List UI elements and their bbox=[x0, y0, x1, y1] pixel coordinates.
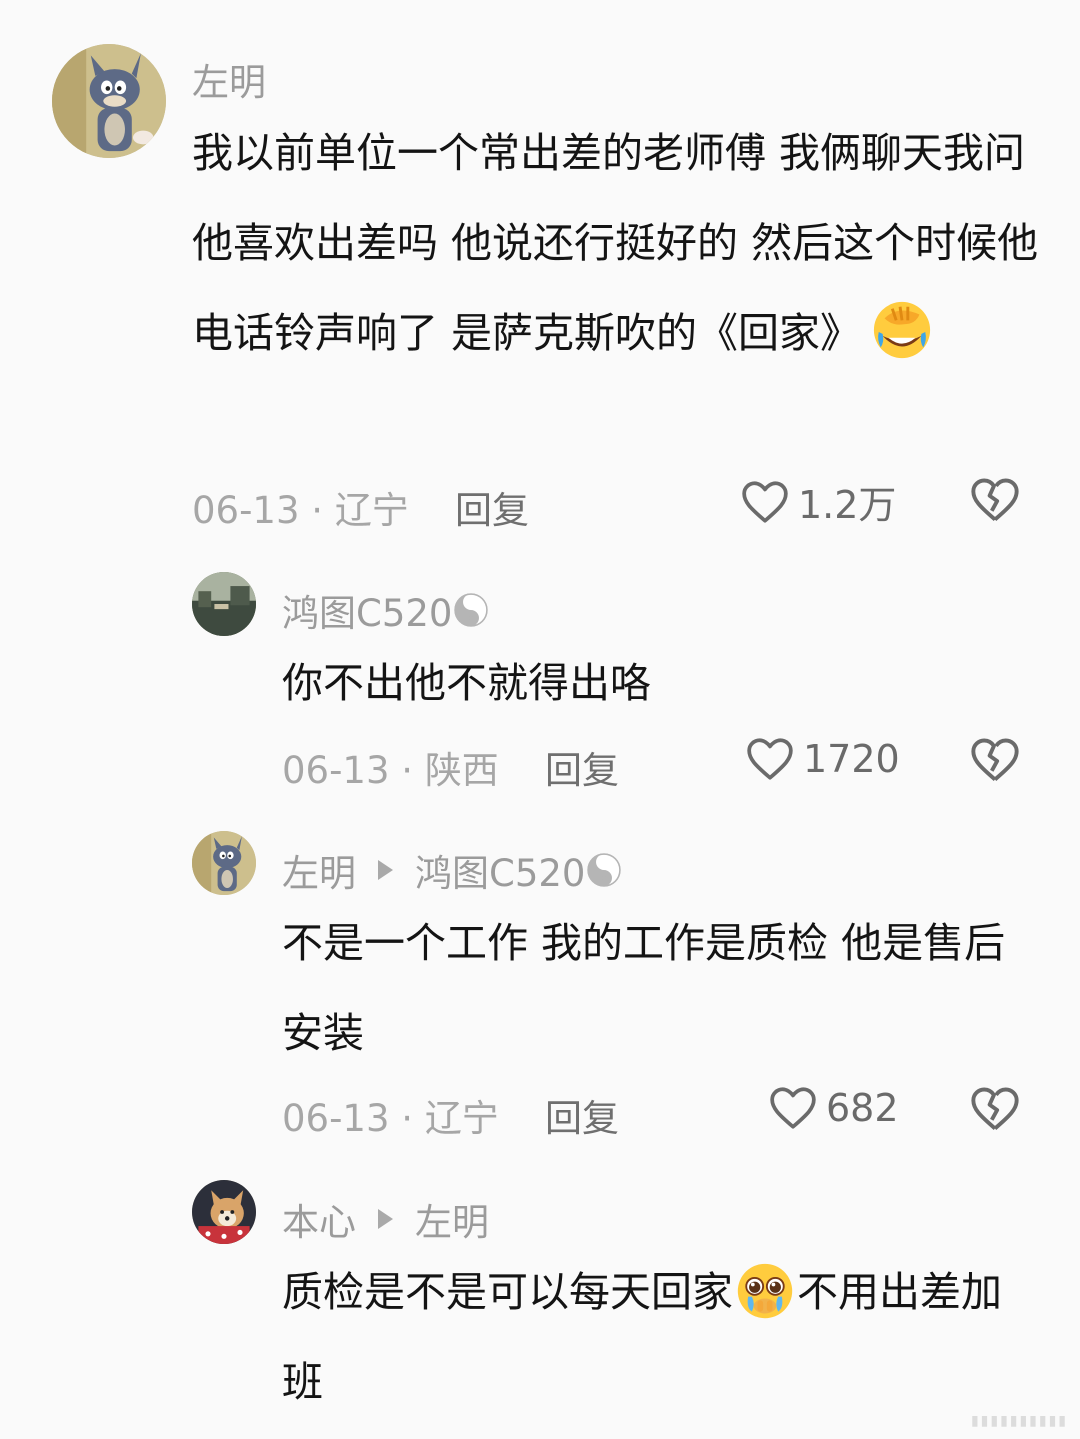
meta-separator: · bbox=[299, 489, 335, 532]
avatar[interactable] bbox=[52, 44, 166, 158]
broken-heart-icon[interactable] bbox=[969, 1083, 1021, 1135]
comment-meta: 06-13 · 辽宁 bbox=[282, 1088, 499, 1142]
comment-date: 06-13 bbox=[282, 1097, 390, 1140]
comment-text: 我以前单位一个常出差的老师傅 我俩聊天我问他喜欢出差吗 他说还行挺好的 然后这个… bbox=[192, 108, 1042, 378]
street-photo-avatar-image bbox=[192, 572, 256, 636]
like-count: 1.2万 bbox=[798, 483, 897, 527]
reply-to-username[interactable]: 左明 bbox=[415, 1192, 489, 1246]
comment-date: 06-13 bbox=[282, 749, 390, 792]
cartoon-cat-avatar-image bbox=[52, 44, 166, 158]
like-count: 1720 bbox=[803, 737, 900, 781]
comment-body: 不是一个工作 我的工作是质检 他是售后安装 bbox=[282, 919, 1006, 1057]
comment-username[interactable]: 本心 左明 bbox=[282, 1192, 489, 1246]
watermark: ▮▮▮▮▮▮▮▮▮▮ bbox=[970, 1413, 1068, 1429]
comment-meta: 06-13 · 辽宁 bbox=[192, 480, 409, 534]
heart-outline-icon bbox=[742, 480, 788, 523]
comment-meta: 06-13 · 陕西 bbox=[282, 740, 499, 794]
like-button[interactable]: 1.2万 bbox=[740, 474, 896, 529]
meta-separator: · bbox=[389, 1097, 425, 1140]
yin-yang-icon bbox=[454, 593, 489, 627]
username-text: 鸿图C520 bbox=[282, 592, 453, 635]
comment-body-part: 质检是不是可以每天回家 bbox=[282, 1268, 733, 1316]
avatar[interactable] bbox=[192, 572, 256, 636]
reply-arrow-icon bbox=[378, 1209, 393, 1229]
heart-outline-icon bbox=[747, 738, 793, 780]
like-button[interactable]: 1720 bbox=[745, 734, 900, 784]
comment-body: 你不出他不就得出咯 bbox=[282, 659, 651, 707]
username-text: 本心 bbox=[282, 1201, 356, 1244]
reply-button[interactable]: 回复 bbox=[545, 740, 619, 794]
reply-arrow-icon bbox=[378, 860, 393, 880]
username-text: 左明 bbox=[282, 852, 356, 895]
heart-outline-icon bbox=[770, 1087, 816, 1129]
reply-to-username[interactable]: 鸿图C520 bbox=[415, 843, 585, 897]
avatar[interactable] bbox=[192, 831, 256, 895]
comment-username[interactable]: 鸿图C520 bbox=[282, 583, 489, 637]
cartoon-cat-avatar-image bbox=[192, 831, 256, 895]
pleading-crying-emoji bbox=[737, 1263, 793, 1319]
username-text: 左明 bbox=[192, 61, 266, 104]
comment-text: 质检是不是可以每天回家 不用出差加班 bbox=[282, 1247, 1042, 1427]
comment-text: 不是一个工作 我的工作是质检 他是售后安装 bbox=[282, 898, 1042, 1078]
reply-button[interactable]: 回复 bbox=[545, 1088, 619, 1142]
comment-location: 辽宁 bbox=[424, 1097, 499, 1140]
comment-location: 辽宁 bbox=[334, 489, 409, 532]
comment-username[interactable]: 左明 鸿图C520 bbox=[282, 843, 622, 897]
yin-yang-icon bbox=[587, 853, 622, 887]
comment-date: 06-13 bbox=[192, 489, 300, 532]
avatar[interactable] bbox=[192, 1180, 256, 1244]
like-button[interactable]: 682 bbox=[768, 1083, 899, 1133]
like-count: 682 bbox=[826, 1086, 899, 1130]
facepalm-laughing-emoji bbox=[873, 301, 931, 359]
comment-username[interactable]: 左明 bbox=[192, 52, 266, 106]
dog-avatar-image bbox=[192, 1180, 256, 1244]
reply-button[interactable]: 回复 bbox=[455, 480, 529, 534]
broken-heart-icon[interactable] bbox=[969, 734, 1021, 786]
broken-heart-icon[interactable] bbox=[969, 474, 1021, 526]
comment-text: 你不出他不就得出咯 bbox=[282, 638, 1042, 728]
meta-separator: · bbox=[389, 749, 425, 792]
comment-location: 陕西 bbox=[424, 749, 499, 792]
